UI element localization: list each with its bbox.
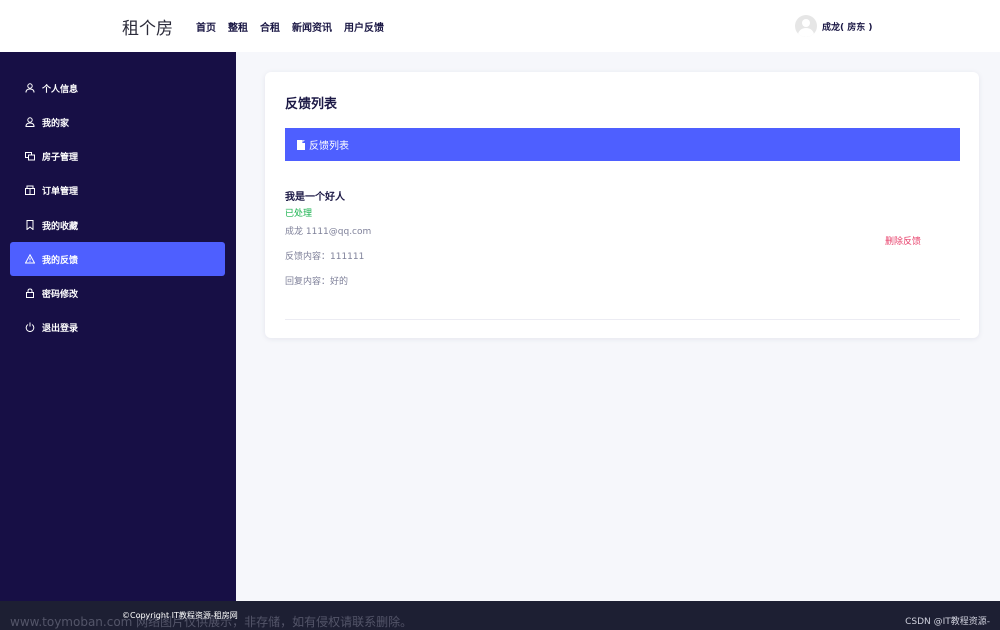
sidebar-item-label: 我的反馈 xyxy=(42,255,79,266)
sidebar-item-logout[interactable]: 退出登录 xyxy=(10,310,225,344)
list-header-bar: 反馈列表 xyxy=(285,128,960,161)
divider xyxy=(285,319,960,320)
brand-logo[interactable]: 租个房 xyxy=(122,14,173,39)
feedback-reply: 回复内容：好的 xyxy=(285,277,349,287)
nav-home[interactable]: 首页 xyxy=(196,19,216,34)
nav-shared-rent[interactable]: 合租 xyxy=(260,19,280,34)
feedback-card: 反馈列表 反馈列表 我是一个好人 已处理 成龙 1111@qq.com 反馈内容… xyxy=(265,72,979,338)
user-menu[interactable]: 成龙( 房东 ) xyxy=(795,15,873,37)
top-header: 租个房 首页 整租 合租 新闻资讯 用户反馈 成龙( 房东 ) xyxy=(0,0,1000,52)
status-badge: 已处理 xyxy=(285,209,313,219)
sidebar-item-label: 订单管理 xyxy=(42,186,79,197)
house-manage-icon xyxy=(25,151,35,161)
feedback-content: 反馈内容：111111 xyxy=(285,252,365,262)
sidebar-item-label: 个人信息 xyxy=(42,84,79,95)
home-user-icon xyxy=(25,117,35,127)
sidebar-item-favorites[interactable]: 我的收藏 xyxy=(10,208,225,242)
power-icon xyxy=(25,322,35,332)
sidebar-item-label: 退出登录 xyxy=(42,323,79,334)
sidebar-item-label: 密码修改 xyxy=(42,289,79,300)
list-header-label: 反馈列表 xyxy=(309,141,349,152)
order-icon xyxy=(25,185,35,195)
nav-news[interactable]: 新闻资讯 xyxy=(292,19,332,34)
document-icon xyxy=(297,139,305,150)
sidebar-item-label: 我的收藏 xyxy=(42,221,79,232)
sidebar-item-label: 我的家 xyxy=(42,118,70,129)
user-name[interactable]: 成龙( 房东 ) xyxy=(822,20,873,33)
lock-icon xyxy=(25,288,35,298)
nav-whole-rent[interactable]: 整租 xyxy=(228,19,248,34)
warning-icon xyxy=(25,254,35,264)
sidebar-item-profile[interactable]: 个人信息 xyxy=(10,71,225,105)
csdn-credit: CSDN @IT教程资源- xyxy=(905,617,990,627)
page-title: 反馈列表 xyxy=(285,97,338,112)
delete-feedback-link[interactable]: 删除反馈 xyxy=(885,234,921,247)
feedback-user: 成龙 1111@qq.com xyxy=(285,227,372,237)
avatar[interactable] xyxy=(795,15,817,37)
main-nav: 首页 整租 合租 新闻资讯 用户反馈 xyxy=(196,19,396,34)
sidebar-item-feedback[interactable]: 我的反馈 xyxy=(10,242,225,276)
sidebar: 个人信息 我的家 房子管理 订单管理 我的收藏 我的反馈 密码修改 退出登录 xyxy=(0,52,236,601)
user-icon xyxy=(25,83,35,93)
sidebar-item-label: 房子管理 xyxy=(42,152,79,163)
feedback-title: 我是一个好人 xyxy=(285,192,345,203)
sidebar-item-house-manage[interactable]: 房子管理 xyxy=(10,139,225,173)
sidebar-item-password[interactable]: 密码修改 xyxy=(10,276,225,310)
footer: www.toymoban.com 网络图片仅供展示，非存储，如有侵权请联系删除。… xyxy=(0,601,1000,630)
sidebar-item-my-home[interactable]: 我的家 xyxy=(10,105,225,139)
nav-user-feedback[interactable]: 用户反馈 xyxy=(344,19,384,34)
copyright-text: ©Copyright IT教程资源-租房网 xyxy=(122,611,238,620)
bookmark-icon xyxy=(25,220,35,230)
sidebar-item-orders[interactable]: 订单管理 xyxy=(10,173,225,207)
